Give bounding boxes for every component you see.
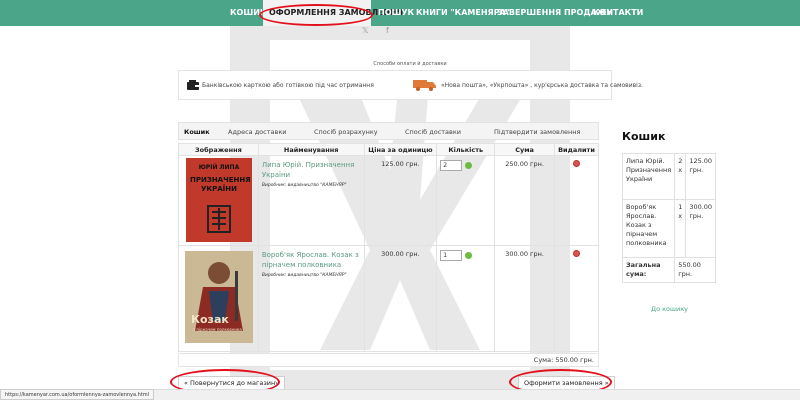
product-name-cell: Вороб'як Ярослав. Козак з пірначем полко… bbox=[257, 245, 365, 352]
list-item: Липа Юрій. Призначення України 2 x 125.0… bbox=[621, 153, 717, 200]
column-header-sum: Сума bbox=[494, 143, 555, 156]
status-url: https://kamenyar.com.ua/oformlennya-zamo… bbox=[0, 389, 155, 400]
quantity-cell: 1 bbox=[436, 245, 496, 352]
mini-item-qty: 2 x bbox=[674, 153, 687, 200]
tab-confirm-order[interactable]: Підтвердити замовлення bbox=[494, 124, 580, 140]
line-sum: 300.00 грн. bbox=[505, 250, 544, 258]
mini-item-price: 300.00 грн. bbox=[685, 199, 717, 258]
twitter-icon[interactable]: 𝕏 bbox=[362, 26, 368, 35]
facebook-icon[interactable]: f bbox=[386, 26, 389, 35]
sum-cell: 300.00 грн. bbox=[494, 245, 555, 352]
refresh-icon[interactable] bbox=[465, 252, 473, 259]
remove-cell bbox=[554, 245, 599, 352]
refresh-icon[interactable] bbox=[465, 162, 473, 169]
remove-icon[interactable] bbox=[573, 250, 580, 257]
mini-item-qty: 1 x bbox=[674, 199, 687, 258]
mini-item-price: 125.00 грн. bbox=[685, 153, 717, 200]
shipping-methods-text: «Нова пошта», «Укрпошта» , кур'єрська до… bbox=[441, 82, 643, 89]
product-publisher: Виробник: видавництво "КАМЕНЯР" bbox=[261, 183, 347, 188]
product-name-link[interactable]: Липа Юрій. Призначення України bbox=[262, 160, 361, 180]
product-publisher: Виробник: видавництво "КАМЕНЯР" bbox=[261, 273, 347, 278]
book-cover-image[interactable]: Козак з пірначем полковника bbox=[185, 251, 253, 343]
cover-title: ПРИЗНАЧЕННЯ УКРАЇНИ bbox=[190, 176, 251, 193]
remove-icon[interactable] bbox=[573, 160, 580, 167]
sum-cell: 250.00 грн. bbox=[494, 155, 555, 246]
column-header-image: Зображення bbox=[178, 143, 259, 156]
book-cover-image[interactable]: ЮРІЙ ЛИПА ПРИЗНАЧЕННЯ УКРАЇНИ bbox=[186, 158, 252, 242]
line-sum: 250.00 грн. bbox=[505, 160, 544, 168]
cover-author: ЮРІЙ ЛИПА bbox=[198, 164, 240, 171]
go-to-cart-link[interactable]: До кошику bbox=[651, 305, 688, 313]
list-item: Вороб'як Ярослав. Козак з пірначем полко… bbox=[621, 199, 717, 258]
cover-ornament bbox=[207, 205, 231, 233]
cover-title: Козак bbox=[191, 313, 229, 326]
mini-item-name[interactable]: Вороб'як Ярослав. Козак з пірначем полко… bbox=[621, 199, 676, 258]
highlight-checkout-nav bbox=[259, 4, 373, 26]
payment-methods-text: Банківською карткою або готівкою під час… bbox=[202, 82, 374, 89]
price-cell: 125.00 грн. bbox=[363, 155, 438, 246]
cart-total-text: Сума: 550.00 грн. bbox=[533, 356, 594, 364]
column-header-price: Ціна за одиницю bbox=[363, 143, 438, 156]
nav-item-search[interactable]: ПОШУК bbox=[378, 0, 414, 26]
column-header-quantity: Кількість bbox=[436, 143, 496, 156]
delivery-truck-icon bbox=[413, 80, 436, 91]
nav-item-contacts[interactable]: КОНТАКТИ bbox=[593, 0, 643, 26]
column-header-remove: Видалити bbox=[554, 143, 599, 156]
unit-price: 125.00 грн. bbox=[381, 160, 420, 168]
sidebar-cart-table: Липа Юрій. Призначення України 2 x 125.0… bbox=[621, 153, 717, 283]
tab-payment-method[interactable]: Спосіб розрахунку bbox=[314, 124, 378, 140]
mini-total-value: 550.00 грн. bbox=[674, 257, 717, 283]
mini-total-label: Загальна сума: bbox=[621, 257, 676, 283]
cover-subtitle: з пірначем полковника bbox=[193, 327, 242, 332]
nav-item-books[interactable]: КНИГИ "КАМЕНЯРА" bbox=[416, 0, 510, 26]
delivery-heading: Способи оплати й доставки bbox=[373, 61, 447, 67]
product-name-link[interactable]: Вороб'як Ярослав. Козак з пірначем полко… bbox=[262, 250, 361, 270]
mini-item-name[interactable]: Липа Юрій. Призначення України bbox=[621, 153, 676, 200]
unit-price: 300.00 грн. bbox=[381, 250, 420, 258]
wallet-icon bbox=[187, 80, 199, 90]
mini-total-row: Загальна сума: 550.00 грн. bbox=[621, 257, 717, 283]
quantity-input[interactable]: 2 bbox=[440, 160, 463, 171]
quantity-cell: 2 bbox=[436, 155, 496, 246]
tab-delivery-method[interactable]: Спосіб доставки bbox=[405, 124, 461, 140]
price-cell: 300.00 грн. bbox=[363, 245, 438, 352]
column-header-name: Найменування bbox=[257, 143, 365, 156]
quantity-input[interactable]: 1 bbox=[440, 250, 463, 261]
product-name-cell: Липа Юрій. Призначення України Виробник:… bbox=[257, 155, 365, 246]
remove-cell bbox=[554, 155, 599, 246]
sidebar-cart-title: Кошик bbox=[622, 130, 666, 143]
tab-cart[interactable]: Кошик bbox=[184, 124, 210, 140]
tab-delivery-address[interactable]: Адреса доставки bbox=[228, 124, 286, 140]
